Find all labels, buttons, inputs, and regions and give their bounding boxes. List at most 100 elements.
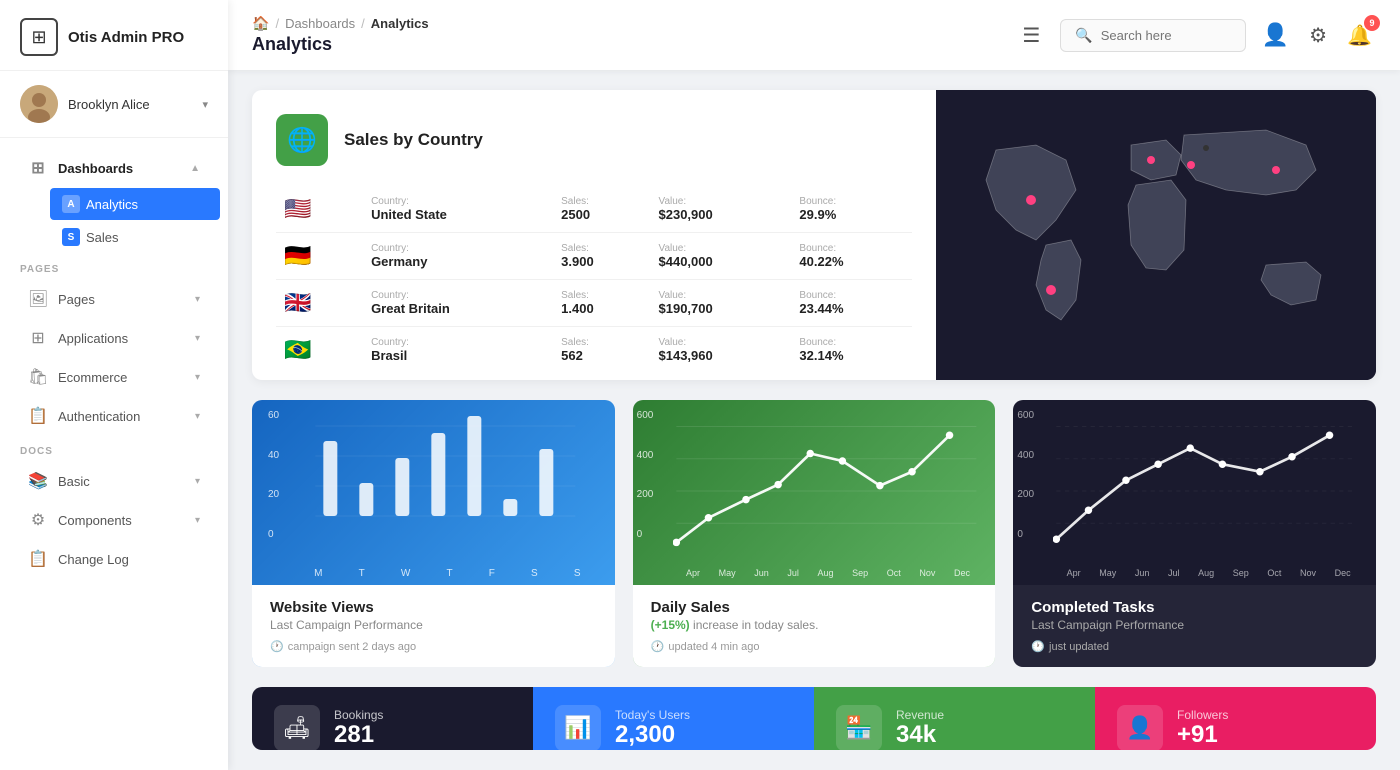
user-profile[interactable]: Brooklyn Alice ▾ xyxy=(0,71,228,138)
sidebar: ⊞ Otis Admin PRO Brooklyn Alice ▾ ⊞ Dash… xyxy=(0,0,228,770)
world-map-svg xyxy=(936,90,1376,380)
user-account-icon[interactable]: 👤 xyxy=(1258,18,1293,52)
value-value: $230,900 xyxy=(659,207,784,222)
charts-row: 60 40 20 0 xyxy=(252,400,1376,667)
topbar-right: 🔍 👤 ⚙ 🔔 9 xyxy=(1060,18,1376,52)
sidebar-item-analytics[interactable]: A Analytics xyxy=(50,188,220,220)
bar-chart-svg xyxy=(292,416,599,566)
clock-icon-2: 🕐 xyxy=(651,640,665,653)
authentication-icon: 📋 xyxy=(28,406,48,426)
completed-tasks-chart: 600 400 200 0 xyxy=(1013,400,1376,585)
search-input[interactable] xyxy=(1101,28,1231,43)
xt-jul: Jul xyxy=(1168,568,1180,578)
y-label-400: 400 xyxy=(637,450,654,461)
country-label: Country: xyxy=(371,243,545,254)
menu-icon[interactable]: ☰ xyxy=(1014,19,1048,52)
breadcrumb-dashboards[interactable]: Dashboards xyxy=(285,16,355,31)
ecommerce-chevron-icon: ▾ xyxy=(195,372,200,383)
xl-sep: Sep xyxy=(852,568,868,578)
sales-label: Sales: xyxy=(561,290,642,301)
country-flag: 🇬🇧 xyxy=(284,290,311,315)
country-flag: 🇩🇪 xyxy=(284,243,311,268)
bounce-value: 29.9% xyxy=(799,207,904,222)
followers-value: +91 xyxy=(1177,722,1354,748)
ecommerce-icon: 🛍 xyxy=(28,367,48,387)
users-icon: 📊 xyxy=(555,705,601,750)
daily-sales-chart: 600 400 200 0 xyxy=(633,400,996,585)
docs-section-label: DOCS xyxy=(0,436,228,461)
sales-label: Sales xyxy=(86,230,119,245)
settings-icon[interactable]: ⚙ xyxy=(1305,19,1331,52)
sales-label: Sales: xyxy=(561,243,642,254)
sidebar-item-sales[interactable]: S Sales xyxy=(50,221,220,253)
y-label-200: 200 xyxy=(637,489,654,500)
website-views-info: Website Views Last Campaign Performance … xyxy=(252,585,615,667)
y-label-0d: 0 xyxy=(637,529,654,540)
website-views-card: 60 40 20 0 xyxy=(252,400,615,667)
basic-chevron-icon: ▾ xyxy=(195,476,200,487)
sidebar-item-changelog[interactable]: 📋 Change Log xyxy=(8,540,220,578)
sales-country-left: 🌐 Sales by Country 🇺🇸 Country: United St… xyxy=(252,90,936,380)
card-title: Sales by Country xyxy=(344,130,483,150)
sidebar-navigation: ⊞ Dashboards ▲ A Analytics S Sales PAGES… xyxy=(0,138,228,770)
user-chevron-icon: ▾ xyxy=(202,98,208,111)
sidebar-item-ecommerce[interactable]: 🛍 Ecommerce ▾ xyxy=(8,358,220,396)
changelog-icon: 📋 xyxy=(28,549,48,569)
value-label: Value: xyxy=(659,290,784,301)
search-icon: 🔍 xyxy=(1075,27,1092,44)
stats-row: 🛋 Bookings 281 📊 Today's Users 2,300 🏪 R… xyxy=(252,687,1376,750)
applications-icon: ⊞ xyxy=(28,328,48,348)
table-row: 🇩🇪 Country: Germany Sales: 3.900 Value: … xyxy=(276,233,912,280)
sidebar-item-authentication[interactable]: 📋 Authentication ▾ xyxy=(8,397,220,435)
dashboards-chevron-icon: ▲ xyxy=(190,163,200,174)
users-value: 2,300 xyxy=(615,722,792,748)
pages-icon: 🖼 xyxy=(28,289,48,309)
sales-value: 1.400 xyxy=(561,301,642,316)
xl-oct: Oct xyxy=(887,568,901,578)
country-name: Great Britain xyxy=(371,301,545,316)
completed-tasks-title: Completed Tasks xyxy=(1031,599,1358,616)
clock-icon-1: 🕐 xyxy=(270,640,284,653)
notifications-badge: 9 xyxy=(1364,15,1380,31)
country-flag: 🇧🇷 xyxy=(284,337,311,362)
bookings-icon: 🛋 xyxy=(274,705,320,750)
applications-chevron-icon: ▾ xyxy=(195,333,200,344)
y-label-600: 600 xyxy=(637,410,654,421)
daily-sales-subtitle: (+15%) increase in today sales. xyxy=(651,618,978,632)
table-row: 🇺🇸 Country: United State Sales: 2500 Val… xyxy=(276,186,912,233)
dashboards-submenu: A Analytics S Sales xyxy=(0,188,228,253)
country-label: Country: xyxy=(371,290,545,301)
x-label-s2: S xyxy=(574,568,581,579)
search-box[interactable]: 🔍 xyxy=(1060,19,1245,52)
xt-jun: Jun xyxy=(1135,568,1150,578)
daily-sales-title: Daily Sales xyxy=(651,599,978,616)
sidebar-item-pages[interactable]: 🖼 Pages ▾ xyxy=(8,280,220,318)
daily-sales-info: Daily Sales (+15%) increase in today sal… xyxy=(633,585,996,667)
xt-dec: Dec xyxy=(1335,568,1351,578)
sidebar-item-applications[interactable]: ⊞ Applications ▾ xyxy=(8,319,220,357)
card-header: 🌐 Sales by Country xyxy=(276,114,912,166)
components-icon: ⚙ xyxy=(28,510,48,530)
bookings-label: Bookings xyxy=(334,708,511,722)
y-label-60: 60 xyxy=(268,410,279,421)
sales-label: Sales: xyxy=(561,196,642,207)
sales-letter: S xyxy=(62,228,80,246)
xt-oct: Oct xyxy=(1267,568,1281,578)
country-flag: 🇺🇸 xyxy=(284,196,311,221)
card-globe-icon: 🌐 xyxy=(276,114,328,166)
country-label: Country: xyxy=(371,196,545,207)
sales-value: 2500 xyxy=(561,207,642,222)
notifications-icon[interactable]: 🔔 9 xyxy=(1343,19,1376,52)
basic-icon: 📚 xyxy=(28,471,48,491)
xl-nov: Nov xyxy=(919,568,935,578)
x-label-s1: S xyxy=(531,568,538,579)
content-area: 🌐 Sales by Country 🇺🇸 Country: United St… xyxy=(228,70,1400,770)
value-value: $440,000 xyxy=(659,254,784,269)
revenue-icon: 🏪 xyxy=(836,705,882,750)
pages-section-label: PAGES xyxy=(0,254,228,279)
sidebar-item-dashboards[interactable]: ⊞ Dashboards ▲ xyxy=(8,149,220,187)
sidebar-item-basic[interactable]: 📚 Basic ▾ xyxy=(8,462,220,500)
sidebar-item-components[interactable]: ⚙ Components ▾ xyxy=(8,501,220,539)
xt-nov: Nov xyxy=(1300,568,1316,578)
xl-jul: Jul xyxy=(787,568,799,578)
